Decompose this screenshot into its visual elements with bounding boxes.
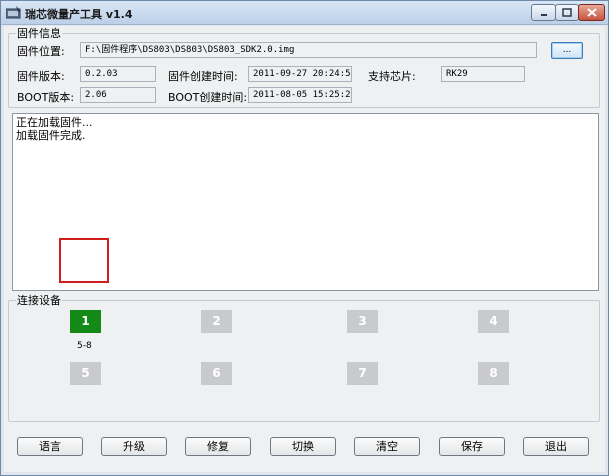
boot-build-time-field: 2011-08-05 15:25:24 (248, 87, 352, 103)
firmware-path-label: 固件位置: (17, 45, 65, 58)
device-slot-2[interactable]: 2 (201, 310, 232, 333)
connected-devices-title: 连接设备 (16, 294, 62, 307)
device-slot-1-port: 5-8 (77, 341, 92, 351)
log-output[interactable]: 正在加载固件... 加载固件完成. (12, 113, 599, 291)
device-slot-3[interactable]: 3 (347, 310, 378, 333)
minimize-button[interactable] (531, 4, 556, 21)
firmware-build-time-field: 2011-09-27 20:24:50 (248, 66, 352, 82)
exit-button[interactable]: 退出 (523, 437, 589, 456)
device-slot-7[interactable]: 7 (347, 362, 378, 385)
window-title: 瑞芯微量产工具 v1.4 (25, 8, 133, 21)
browse-button[interactable]: ... (551, 42, 583, 59)
firmware-path-field[interactable]: F:\固件程序\DS803\DS803\DS803_SDK2.0.img (80, 42, 537, 58)
device-slot-4[interactable]: 4 (478, 310, 509, 333)
title-bar[interactable]: 瑞芯微量产工具 v1.4 (1, 1, 608, 25)
supported-chip-field: RK29 (441, 66, 525, 82)
language-button[interactable]: 语言 (17, 437, 83, 456)
log-line: 正在加载固件... (16, 116, 93, 129)
highlight-box (59, 238, 109, 283)
device-slot-6[interactable]: 6 (201, 362, 232, 385)
maximize-button[interactable] (555, 4, 579, 21)
close-button[interactable] (578, 4, 605, 21)
clear-button[interactable]: 清空 (354, 437, 420, 456)
app-icon (5, 6, 22, 20)
close-icon (586, 8, 597, 17)
firmware-version-field: 0.2.03 (80, 66, 156, 82)
device-slot-5[interactable]: 5 (70, 362, 101, 385)
firmware-version-label: 固件版本: (17, 70, 65, 83)
repair-button[interactable]: 修复 (185, 437, 251, 456)
boot-build-time-label: BOOT创建时间: (168, 91, 248, 104)
boot-version-field: 2.06 (80, 87, 156, 103)
switch-button[interactable]: 切换 (270, 437, 336, 456)
client-area: 固件信息 固件位置: F:\固件程序\DS803\DS803\DS803_SDK… (4, 26, 605, 472)
device-slot-8[interactable]: 8 (478, 362, 509, 385)
maximize-icon (562, 8, 572, 17)
log-line: 加载固件完成. (16, 129, 86, 142)
device-slot-1[interactable]: 1 (70, 310, 101, 333)
firmware-build-time-label: 固件创建时间: (168, 70, 238, 83)
main-window: 瑞芯微量产工具 v1.4 固件信息 固件位置: F:\固件程序\DS803\DS… (0, 0, 609, 476)
upgrade-button[interactable]: 升级 (101, 437, 167, 456)
supported-chip-label: 支持芯片: (368, 70, 416, 83)
minimize-icon (540, 13, 547, 16)
firmware-info-title: 固件信息 (16, 27, 62, 40)
save-button[interactable]: 保存 (439, 437, 505, 456)
boot-version-label: BOOT版本: (17, 91, 75, 104)
